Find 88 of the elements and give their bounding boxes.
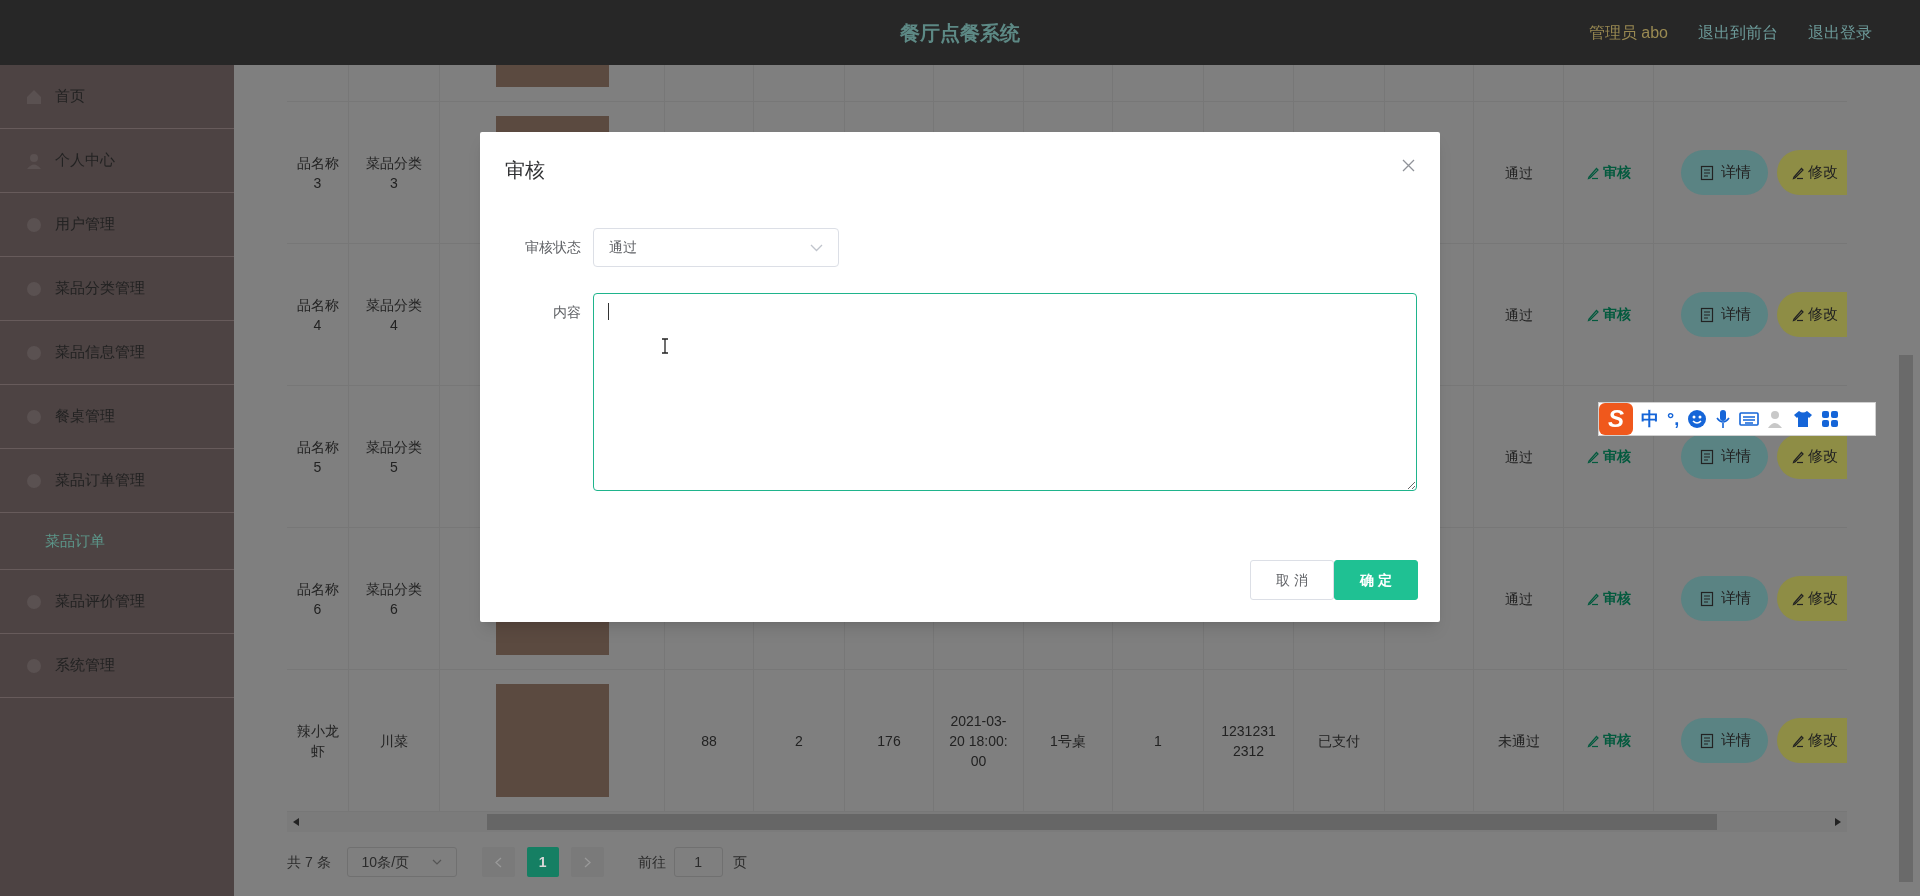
table-cell-text: 176 — [877, 731, 901, 751]
pencil-icon — [1586, 591, 1600, 606]
chevron-down-icon — [431, 859, 442, 865]
table-cell-text: 品名称6 — [295, 579, 340, 619]
field-label: 内容 — [552, 303, 582, 322]
table-cell-text: 品名称4 — [295, 295, 340, 335]
pencil-icon — [1586, 307, 1600, 322]
table-cell-text: 品名称3 — [295, 153, 340, 193]
table-cell-text: 未通过 — [1497, 731, 1540, 751]
pencil-icon — [1586, 733, 1600, 748]
total-count: 共 7 条 — [287, 852, 331, 872]
table-cell-text: 通过 — [1504, 589, 1533, 609]
page-size-select[interactable]: 10条/页 — [346, 847, 457, 877]
document-icon — [1698, 164, 1715, 181]
page-suffix: 页 — [732, 852, 747, 872]
header-link[interactable]: 退出到前台 — [1698, 20, 1778, 45]
document-icon — [1698, 306, 1715, 323]
chevron-right-icon — [583, 856, 591, 868]
field-label: 审核状态 — [524, 238, 582, 257]
text-cursor-icon — [661, 338, 669, 354]
pencil-icon — [1791, 591, 1805, 606]
table-cell-text: 菜品分类3 — [365, 153, 423, 193]
table-cell-text: 已支付 — [1318, 731, 1360, 751]
grid-icon[interactable] — [1821, 410, 1840, 428]
microphone-icon[interactable] — [1715, 409, 1732, 429]
pencil-icon — [1791, 307, 1805, 322]
pencil-icon — [1791, 165, 1805, 180]
text-caret — [608, 303, 609, 320]
pencil-icon — [1791, 449, 1805, 464]
ime-button[interactable]: 中 — [1641, 405, 1659, 433]
pencil-icon — [1586, 449, 1600, 464]
table-cell-text: 川菜 — [379, 731, 409, 751]
table-cell-text: 2 — [795, 731, 803, 751]
app-title: 餐厅点餐系统 — [899, 20, 1021, 46]
chevron-down-icon — [810, 243, 823, 252]
edit-button[interactable]: 修改 — [1777, 292, 1847, 337]
dialog-title: 审核 — [505, 158, 545, 183]
edit-button[interactable]: 修改 — [1777, 434, 1847, 479]
audit-link[interactable]: 审核 — [1586, 304, 1631, 325]
edit-button[interactable]: 修改 — [1777, 718, 1847, 763]
header-link[interactable]: 退出登录 — [1808, 20, 1872, 45]
goto-label: 前往 — [637, 852, 666, 872]
ime-button[interactable]: °, — [1667, 405, 1680, 433]
smiley-icon[interactable] — [1687, 409, 1708, 429]
table-cell-text: 通过 — [1504, 447, 1533, 467]
cancel-button[interactable]: 取 消 — [1250, 560, 1334, 600]
close-icon[interactable] — [1402, 159, 1415, 172]
detail-button[interactable]: 详情 — [1681, 150, 1768, 195]
table-cell-text: 1 — [1154, 731, 1162, 751]
detail-button[interactable]: 详情 — [1681, 718, 1768, 763]
table-cell-text: 1号桌 — [1050, 731, 1086, 751]
right-arrow-icon[interactable] — [1835, 818, 1841, 826]
edit-button[interactable]: 修改 — [1777, 576, 1847, 621]
document-icon — [1698, 448, 1715, 465]
table-cell-text: 通过 — [1504, 163, 1533, 183]
audit-link[interactable]: 审核 — [1586, 730, 1631, 751]
table-cell-text: 辣小龙虾 — [295, 721, 340, 761]
page-input[interactable]: 1 — [673, 847, 723, 877]
shirt-icon[interactable] — [1793, 410, 1814, 428]
detail-button[interactable]: 详情 — [1681, 434, 1768, 479]
audit-link[interactable]: 审核 — [1586, 446, 1631, 467]
table-cell-text: 88 — [701, 731, 717, 751]
status-select[interactable]: 通过 — [593, 228, 839, 267]
pencil-icon — [1791, 733, 1805, 748]
ime-logo[interactable]: S — [1599, 403, 1633, 435]
document-icon — [1698, 732, 1715, 749]
table-cell-text: 菜品分类5 — [365, 437, 423, 477]
keyboard-icon[interactable] — [1739, 411, 1760, 427]
pencil-icon — [1586, 165, 1600, 180]
user-label: 管理员 abo — [1588, 22, 1668, 43]
table-cell-text: 通过 — [1504, 305, 1533, 325]
table-cell-text: 品名称5 — [295, 437, 340, 477]
confirm-button[interactable]: 确 定 — [1334, 560, 1418, 600]
table-cell-text: 菜品分类6 — [365, 579, 423, 619]
sidebar-subitem[interactable]: 菜品订单 — [0, 513, 234, 570]
left-arrow-icon[interactable] — [293, 818, 299, 826]
table-cell-text: 12312312312 — [1220, 721, 1277, 761]
detail-button[interactable]: 详情 — [1681, 292, 1768, 337]
document-icon — [1698, 590, 1715, 607]
chevron-left-icon — [494, 856, 502, 868]
table-cell-text: 菜品分类4 — [365, 295, 423, 335]
horizontal-scrollbar[interactable] — [287, 812, 1847, 832]
edit-button[interactable]: 修改 — [1777, 150, 1847, 195]
detail-button[interactable]: 详情 — [1681, 576, 1768, 621]
page-button[interactable]: 1 — [526, 847, 559, 877]
audit-link[interactable]: 审核 — [1586, 162, 1631, 183]
table-cell-text: 2021-03-20 18:00:00 — [948, 711, 1009, 771]
audit-link[interactable]: 审核 — [1586, 588, 1631, 609]
